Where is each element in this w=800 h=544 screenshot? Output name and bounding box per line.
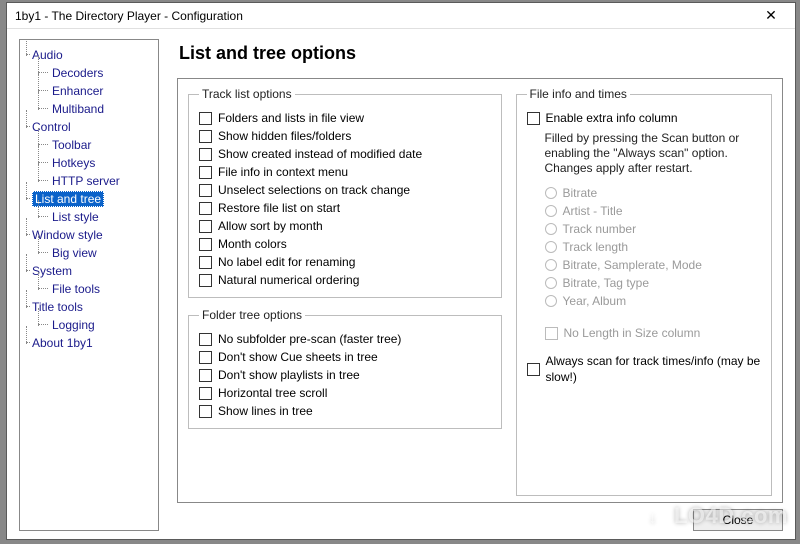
- radio-track-length: Track length: [527, 238, 762, 256]
- tree-item-toolbar[interactable]: Toolbar: [26, 136, 156, 154]
- chk-show-hidden[interactable]: Show hidden files/folders: [199, 127, 491, 145]
- chk-folders-lists[interactable]: Folders and lists in file view: [199, 109, 491, 127]
- chk-always-scan[interactable]: Always scan for track times/info (may be…: [527, 352, 762, 386]
- page-title: List and tree options: [179, 43, 783, 64]
- tree-item-multiband[interactable]: Multiband: [26, 100, 156, 118]
- radio-bitrate: Bitrate: [527, 184, 762, 202]
- tree-item-file-tools[interactable]: File tools: [26, 280, 156, 298]
- chk-restore-on-start[interactable]: Restore file list on start: [199, 199, 491, 217]
- tree-item-title-tools[interactable]: Title tools: [26, 298, 156, 316]
- chk-no-cue[interactable]: Don't show Cue sheets in tree: [199, 348, 491, 366]
- tree-item-control[interactable]: Control: [26, 118, 156, 136]
- close-icon[interactable]: ✕: [751, 4, 791, 28]
- tree-item-logging[interactable]: Logging: [26, 316, 156, 334]
- chk-created-date[interactable]: Show created instead of modified date: [199, 145, 491, 163]
- content-area: Audio Decoders Enhancer Multiband Contro…: [7, 29, 795, 539]
- chk-no-length-size: No Length in Size column: [527, 324, 762, 342]
- tree-item-list-style[interactable]: List style: [26, 208, 156, 226]
- chk-enable-extra-info[interactable]: Enable extra info column: [527, 109, 762, 127]
- radio-artist-title: Artist - Title: [527, 202, 762, 220]
- file-info-group: File info and times Enable extra info co…: [516, 87, 773, 496]
- folder-tree-legend: Folder tree options: [199, 308, 305, 322]
- track-list-group: Track list options Folders and lists in …: [188, 87, 502, 298]
- folder-tree-group: Folder tree options No subfolder pre-sca…: [188, 308, 502, 429]
- tree-item-about[interactable]: About 1by1: [26, 334, 156, 352]
- main-area: List and tree options Track list options…: [177, 39, 783, 531]
- tree-item-big-view[interactable]: Big view: [26, 244, 156, 262]
- options-panel: Track list options Folders and lists in …: [177, 78, 783, 503]
- tree-item-system[interactable]: System: [26, 262, 156, 280]
- tree-item-hotkeys[interactable]: Hotkeys: [26, 154, 156, 172]
- chk-file-info-context[interactable]: File info in context menu: [199, 163, 491, 181]
- track-list-legend: Track list options: [199, 87, 295, 101]
- tree-item-audio[interactable]: Audio: [26, 46, 156, 64]
- chk-unselect-on-change[interactable]: Unselect selections on track change: [199, 181, 491, 199]
- file-info-hint: Filled by pressing the Scan button or en…: [527, 127, 762, 184]
- footer: Close: [177, 503, 783, 531]
- radio-bitrate-tag: Bitrate, Tag type: [527, 274, 762, 292]
- titlebar: 1by1 - The Directory Player - Configurat…: [7, 3, 795, 29]
- tree-item-http-server[interactable]: HTTP server: [26, 172, 156, 190]
- radio-track-number: Track number: [527, 220, 762, 238]
- chk-show-lines[interactable]: Show lines in tree: [199, 402, 491, 420]
- tree-item-decoders[interactable]: Decoders: [26, 64, 156, 82]
- radio-year-album: Year, Album: [527, 292, 762, 310]
- chk-no-label-edit[interactable]: No label edit for renaming: [199, 253, 491, 271]
- nav-tree: Audio Decoders Enhancer Multiband Contro…: [19, 39, 159, 531]
- tree-item-enhancer[interactable]: Enhancer: [26, 82, 156, 100]
- chk-sort-by-month[interactable]: Allow sort by month: [199, 217, 491, 235]
- chk-no-prescan[interactable]: No subfolder pre-scan (faster tree): [199, 330, 491, 348]
- file-info-legend: File info and times: [527, 87, 630, 101]
- window-title: 1by1 - The Directory Player - Configurat…: [15, 9, 751, 23]
- chk-month-colors[interactable]: Month colors: [199, 235, 491, 253]
- config-window: 1by1 - The Directory Player - Configurat…: [6, 2, 796, 540]
- chk-no-playlists[interactable]: Don't show playlists in tree: [199, 366, 491, 384]
- tree-item-window-style[interactable]: Window style: [26, 226, 156, 244]
- radio-bitrate-sr-mode: Bitrate, Samplerate, Mode: [527, 256, 762, 274]
- tree-item-list-and-tree[interactable]: List and tree: [26, 190, 156, 208]
- close-button[interactable]: Close: [693, 509, 783, 531]
- chk-natural-ordering[interactable]: Natural numerical ordering: [199, 271, 491, 289]
- chk-horiz-scroll[interactable]: Horizontal tree scroll: [199, 384, 491, 402]
